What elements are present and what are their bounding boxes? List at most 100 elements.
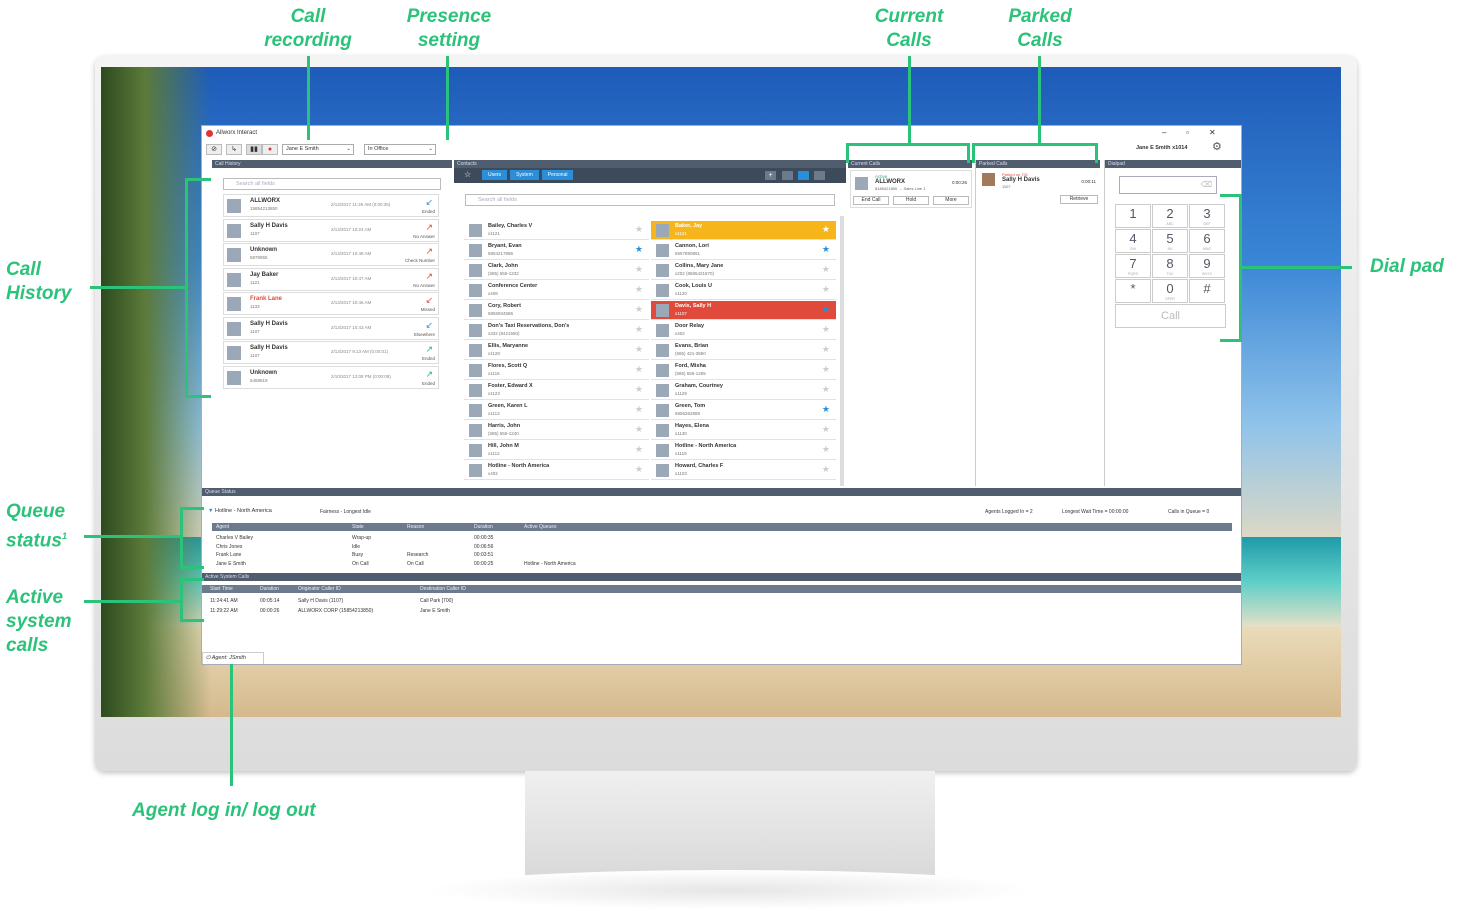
favorite-star-icon[interactable]: ★ bbox=[822, 464, 830, 475]
contacts-search[interactable]: Search all fields bbox=[465, 194, 835, 206]
contact-row[interactable]: Hill, John M x1112 ★ bbox=[464, 441, 649, 460]
contact-row[interactable]: Clark, John (585) 555-1232 ★ bbox=[464, 261, 649, 280]
call-history-item[interactable]: Jay Baker 1121 2/13/2017 10:47 AM No Answer… bbox=[223, 267, 439, 291]
favorite-star-icon[interactable]: ★ bbox=[822, 244, 830, 255]
dialpad-call-button[interactable]: Call bbox=[1115, 304, 1226, 328]
favorite-star-icon[interactable]: ★ bbox=[822, 344, 830, 355]
contact-row[interactable]: Conference Center x408 ★ bbox=[464, 281, 649, 300]
favorite-star-icon[interactable]: ★ bbox=[635, 384, 643, 395]
contact-row[interactable]: Graham, Courtney x1129 ★ bbox=[651, 381, 836, 400]
dialpad-key[interactable]: 1 bbox=[1115, 204, 1151, 228]
favorite-star-icon[interactable]: ★ bbox=[822, 404, 830, 415]
queue-row[interactable]: ▼ Hotline - North America bbox=[208, 508, 272, 514]
contact-row[interactable]: Bryant, Evan 5854217896 ★ bbox=[464, 241, 649, 260]
close-icon[interactable]: ✕ bbox=[1209, 128, 1216, 137]
favorite-star-icon[interactable]: ★ bbox=[635, 404, 643, 415]
restore-icon[interactable]: ▫ bbox=[1186, 128, 1189, 137]
contact-row[interactable]: Cannon, Lori 5557890891 ★ bbox=[651, 241, 836, 260]
contact-row[interactable]: Foster, Edward X x1123 ★ bbox=[464, 381, 649, 400]
more-button[interactable]: More bbox=[933, 196, 969, 205]
user-select[interactable]: Jane E Smith ⌄ bbox=[282, 143, 354, 155]
favorite-star-icon[interactable]: ★ bbox=[635, 364, 643, 375]
favorite-star-icon[interactable]: ★ bbox=[635, 264, 643, 275]
favorite-star-icon[interactable]: ★ bbox=[822, 444, 830, 455]
contact-row[interactable]: Evans, Brian (585) 421-3850 ★ bbox=[651, 341, 836, 360]
hold-button[interactable]: Hold bbox=[893, 196, 929, 205]
contacts-scrollbar[interactable] bbox=[840, 216, 844, 486]
dialpad-key[interactable]: 5 JKL bbox=[1152, 229, 1188, 253]
contact-row[interactable]: Ellis, Maryanne x1128 ★ bbox=[464, 341, 649, 360]
favorite-star-icon[interactable]: ★ bbox=[635, 304, 643, 315]
dialpad-key[interactable]: * bbox=[1115, 279, 1151, 303]
favorite-star-icon[interactable]: ★ bbox=[822, 224, 830, 235]
favorite-star-icon[interactable]: ★ bbox=[822, 364, 830, 375]
presence-select[interactable]: In Office ⌄ bbox=[364, 143, 436, 155]
favorite-star-icon[interactable]: ★ bbox=[822, 304, 830, 315]
favorite-star-icon[interactable]: ★ bbox=[822, 384, 830, 395]
favorite-star-icon[interactable]: ★ bbox=[635, 284, 643, 295]
call-history-item[interactable]: Sally H Davis 1107 2/13/2017 10:43 AM Elsew… bbox=[223, 316, 439, 340]
forward-button[interactable]: ↳ bbox=[226, 143, 242, 155]
contact-row[interactable]: Collins, Mary Jane x202 (8585421870) ★ bbox=[651, 261, 836, 280]
dialpad-key[interactable]: 4 GHI bbox=[1115, 229, 1151, 253]
favorites-star-icon[interactable]: ☆ bbox=[464, 170, 471, 179]
parked-call-card[interactable]: Parked on 701 Sally H Davis 1107 0:00:11… bbox=[978, 170, 1100, 208]
favorite-star-icon[interactable]: ★ bbox=[635, 224, 643, 235]
list-view-icon[interactable] bbox=[782, 171, 793, 180]
dialpad-key[interactable]: 2 ABC bbox=[1152, 204, 1188, 228]
favorite-star-icon[interactable]: ★ bbox=[635, 344, 643, 355]
add-contact-button[interactable]: + bbox=[765, 171, 776, 180]
contact-row[interactable]: Baker, Jay x1121 ★ bbox=[651, 221, 836, 240]
dialpad-key[interactable]: 0 OPER bbox=[1152, 279, 1188, 303]
favorite-star-icon[interactable]: ★ bbox=[635, 324, 643, 335]
call-recording-button[interactable]: ● bbox=[262, 143, 278, 155]
contact-row[interactable]: Flores, Scott Q x1116 ★ bbox=[464, 361, 649, 380]
contact-row[interactable]: Ford, Misha (585) 555-1255 ★ bbox=[651, 361, 836, 380]
contact-row[interactable]: Green, Karen L x1113 ★ bbox=[464, 401, 649, 420]
contact-row[interactable]: Hotline - North America x402 ★ bbox=[464, 461, 649, 480]
contact-row[interactable]: Green, Tom 5856262888 ★ bbox=[651, 401, 836, 420]
contact-row[interactable]: Hotline - North America x1119 ★ bbox=[651, 441, 836, 460]
settings-gear-icon[interactable]: ⚙ bbox=[1212, 140, 1222, 153]
contact-row[interactable]: Davis, Sally H x1107 ★ bbox=[651, 301, 836, 320]
minimize-icon[interactable]: – bbox=[1162, 128, 1166, 137]
tile-view-icon[interactable] bbox=[814, 171, 825, 180]
tab-system[interactable]: System bbox=[510, 170, 539, 180]
end-call-button[interactable]: End Call bbox=[853, 196, 889, 205]
call-history-item[interactable]: Sally H Davis 1107 2/13/2017 10:24 AM No An… bbox=[223, 218, 439, 242]
favorite-star-icon[interactable]: ★ bbox=[635, 244, 643, 255]
tab-personal[interactable]: Personal bbox=[541, 170, 574, 180]
call-history-item[interactable]: Unknown 5458619 2/10/2017 12:08 PM (0:00:0… bbox=[223, 365, 439, 389]
favorite-star-icon[interactable]: ★ bbox=[635, 464, 643, 475]
retrieve-button[interactable]: Retrieve bbox=[1060, 195, 1098, 204]
contact-row[interactable]: Hayes, Elena x1130 ★ bbox=[651, 421, 836, 440]
contact-row[interactable]: Door Relay x402 ★ bbox=[651, 321, 836, 340]
favorite-star-icon[interactable]: ★ bbox=[822, 284, 830, 295]
call-history-item[interactable]: Sally H Davis 1107 2/13/2017 9:13 AM (0:00… bbox=[223, 341, 439, 364]
favorite-star-icon[interactable]: ★ bbox=[635, 424, 643, 435]
agent-login-tab[interactable]: ⏻ Agent: JSmith bbox=[202, 652, 264, 664]
contact-row[interactable]: Harris, John (585) 555-1240 ★ bbox=[464, 421, 649, 440]
dialpad-key[interactable]: 8 TUV bbox=[1152, 254, 1188, 278]
call-history-item[interactable]: ALLWORX 15854213850 2/13/2017 11:26 AM (0:… bbox=[223, 194, 439, 217]
contact-row[interactable]: Cook, Louis U x1120 ★ bbox=[651, 281, 836, 300]
backspace-icon[interactable]: ⌫ bbox=[1201, 180, 1212, 189]
grid-view-icon[interactable] bbox=[798, 171, 809, 180]
tab-users[interactable]: Users bbox=[482, 170, 508, 180]
contact-row[interactable]: Bailey, Charles V x1121 ★ bbox=[464, 221, 649, 240]
contact-row[interactable]: Cory, Robert 5856934586 ★ bbox=[464, 301, 649, 320]
dnd-button[interactable]: ⊘ bbox=[206, 143, 222, 155]
favorite-star-icon[interactable]: ★ bbox=[822, 264, 830, 275]
pause-recording-button[interactable]: ▮▮ bbox=[246, 143, 262, 155]
contact-row[interactable]: Howard, Charles F x1103 ★ bbox=[651, 461, 836, 480]
dial-input[interactable]: ⌫ bbox=[1119, 176, 1217, 194]
call-history-item[interactable]: Frank Lane 1133 2/13/2017 10:46 AM Missed ↙ bbox=[223, 292, 439, 315]
favorite-star-icon[interactable]: ★ bbox=[635, 444, 643, 455]
expand-triangle-icon[interactable]: ▼ bbox=[208, 508, 213, 514]
contact-row[interactable]: Don's Taxi Reservations, Don's x332 (8421… bbox=[464, 321, 649, 340]
call-history-item[interactable]: Unknown 5879955 2/13/2017 10:48 AM Check Nu… bbox=[223, 243, 439, 266]
favorite-star-icon[interactable]: ★ bbox=[822, 424, 830, 435]
dialpad-key[interactable]: 7 PQRS bbox=[1115, 254, 1151, 278]
current-call-card[interactable]: Active ALLWORX 8185421850 → Sales Line 1… bbox=[850, 170, 972, 208]
favorite-star-icon[interactable]: ★ bbox=[822, 324, 830, 335]
